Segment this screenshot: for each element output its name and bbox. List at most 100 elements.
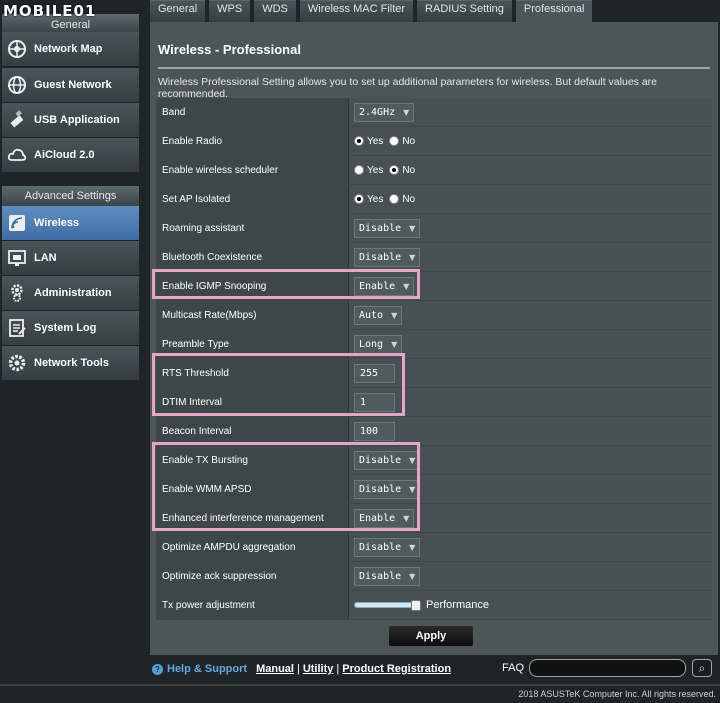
set-ap-isolated-radio-no[interactable]: No	[389, 194, 415, 205]
sidebar-item-administration[interactable]: Administration	[2, 276, 139, 311]
sidebar-item-network-tools[interactable]: Network Tools	[2, 346, 139, 381]
link-separator: |	[336, 663, 340, 675]
apply-button[interactable]: Apply	[388, 625, 474, 647]
tab-bar: General WPS WDS Wireless MAC Filter RADI…	[150, 0, 596, 23]
radio-label: No	[402, 164, 416, 176]
sidebar-item-label: USB Application	[34, 114, 120, 126]
faq-label: FAQ	[502, 662, 525, 674]
multicast-rate-mbps-select[interactable]: Auto ▼	[354, 305, 403, 325]
setting-value: Disable ▼	[349, 533, 712, 561]
sidebar: MOBILE01 General Network Map Guest Netwo…	[0, 0, 139, 680]
enable-wireless-scheduler-radio-yes[interactable]: Yes	[354, 165, 383, 176]
chevron-down-icon: ▼	[391, 310, 398, 320]
bluetooth-coexistence-select[interactable]: Disable ▼	[354, 247, 421, 267]
sidebar-item-network-map[interactable]: Network Map	[2, 32, 139, 67]
enhanced-interference-management-select[interactable]: Enable ▼	[354, 508, 415, 528]
sidebar-item-wireless[interactable]: Wireless	[2, 206, 139, 241]
chevron-down-icon: ▼	[403, 281, 410, 291]
sidebar-item-label: Network Map	[34, 43, 103, 55]
radio-button-icon	[389, 165, 400, 175]
setting-row: RTS Threshold	[156, 359, 712, 388]
select-value: Enable	[359, 280, 396, 292]
log-icon	[6, 317, 28, 339]
setting-label: Band	[156, 98, 349, 126]
setting-row: Enhanced interference management Enable ▼	[156, 504, 712, 533]
band-select[interactable]: 2.4GHz ▼	[354, 102, 415, 122]
rts-threshold-input[interactable]	[354, 363, 395, 383]
radio-label: Yes	[367, 193, 384, 205]
set-ap-isolated-radio-yes[interactable]: Yes	[354, 194, 383, 205]
help-support-label: Help & Support	[167, 663, 248, 675]
select-value: Disable	[359, 570, 402, 582]
sidebar-item-aicloud[interactable]: AiCloud 2.0	[2, 138, 139, 173]
sidebar-item-label: LAN	[34, 252, 57, 264]
lan-icon	[6, 247, 28, 269]
sidebar-item-label: Network Tools	[34, 357, 109, 369]
radio-label: No	[402, 193, 416, 205]
setting-value: 2.4GHz ▼	[349, 98, 712, 126]
setting-label: Enable wireless scheduler	[156, 156, 349, 184]
slider-value-label: Performance	[426, 599, 489, 611]
radio-button-icon	[389, 136, 400, 146]
tools-gear-icon	[6, 352, 28, 374]
setting-value: Disable ▼	[349, 475, 712, 503]
setting-row: Bluetooth Coexistence Disable ▼	[156, 243, 712, 272]
sidebar-item-guest-network[interactable]: Guest Network	[2, 68, 139, 103]
tx-power-slider[interactable]	[354, 600, 421, 611]
enable-radio-radio-yes[interactable]: Yes	[354, 136, 383, 147]
setting-row: Multicast Rate(Mbps) Auto ▼	[156, 301, 712, 330]
beacon-interval-input[interactable]	[354, 421, 395, 441]
tab-professional[interactable]: Professional	[515, 0, 593, 23]
dtim-interval-input[interactable]	[354, 392, 395, 412]
tab-general[interactable]: General	[150, 0, 206, 23]
select-value: Disable	[359, 454, 402, 466]
preamble-type-select[interactable]: Long ▼	[354, 334, 403, 354]
setting-value: Disable ▼	[349, 562, 712, 590]
copyright-text: 2018 ASUSTeK Computer Inc. All rights re…	[518, 689, 716, 699]
setting-row: Enable IGMP Snooping Enable ▼	[156, 272, 712, 301]
tab-wireless-mac-filter[interactable]: Wireless MAC Filter	[299, 0, 414, 23]
tab-radius-setting[interactable]: RADIUS Setting	[417, 0, 512, 23]
setting-label: RTS Threshold	[156, 359, 349, 387]
roaming-assistant-select[interactable]: Disable ▼	[354, 218, 421, 238]
settings-table: Band 2.4GHz ▼ Enable Radio Yes No Enable wirel…	[156, 98, 712, 620]
setting-label: Beacon Interval	[156, 417, 349, 445]
manual-link[interactable]: Manual	[256, 663, 294, 675]
setting-value: Performance	[349, 591, 712, 619]
enable-wmm-apsd-select[interactable]: Disable ▼	[354, 479, 421, 499]
sidebar-item-system-log[interactable]: System Log	[2, 311, 139, 346]
optimize-ack-suppression-select[interactable]: Disable ▼	[354, 566, 421, 586]
setting-value: Yes No	[349, 127, 712, 155]
setting-row: Enable WMM APSD Disable ▼	[156, 475, 712, 504]
setting-value: Enable ▼	[349, 272, 712, 300]
search-icon[interactable]: ⌕	[692, 659, 712, 677]
faq-search-input[interactable]	[529, 659, 686, 677]
setting-label: Optimize AMPDU aggregation	[156, 533, 349, 561]
enable-igmp-snooping-select[interactable]: Enable ▼	[354, 276, 415, 296]
setting-label: Bluetooth Coexistence	[156, 243, 349, 271]
setting-row: Optimize AMPDU aggregation Disable ▼	[156, 533, 712, 562]
tab-wds[interactable]: WDS	[254, 0, 296, 23]
setting-value	[349, 417, 712, 445]
slider-handle[interactable]	[411, 600, 421, 611]
sidebar-item-usb-application[interactable]: USB Application	[2, 103, 139, 138]
enable-wireless-scheduler-radio-no[interactable]: No	[389, 165, 415, 176]
enable-radio-radio-no[interactable]: No	[389, 136, 415, 147]
page-description: Wireless Professional Setting allows you…	[158, 76, 657, 100]
link-separator: |	[296, 663, 300, 675]
sidebar-item-lan[interactable]: LAN	[2, 241, 139, 276]
setting-label: DTIM Interval	[156, 388, 349, 416]
radio-label: No	[402, 135, 416, 147]
main-panel: Wireless - Professional Wireless Profess…	[150, 22, 718, 655]
optimize-ampdu-aggregation-select[interactable]: Disable ▼	[354, 537, 421, 557]
setting-value: Enable ▼	[349, 504, 712, 532]
utility-link[interactable]: Utility	[303, 663, 334, 675]
select-value: Disable	[359, 541, 402, 553]
enable-tx-bursting-select[interactable]: Disable ▼	[354, 450, 421, 470]
cloud-icon	[6, 144, 28, 166]
bottom-divider	[0, 684, 720, 686]
advanced-settings-header: Advanced Settings	[2, 186, 139, 206]
product-registration-link[interactable]: Product Registration	[342, 663, 451, 675]
setting-value: Yes No	[349, 185, 712, 213]
tab-wps[interactable]: WPS	[209, 0, 251, 23]
